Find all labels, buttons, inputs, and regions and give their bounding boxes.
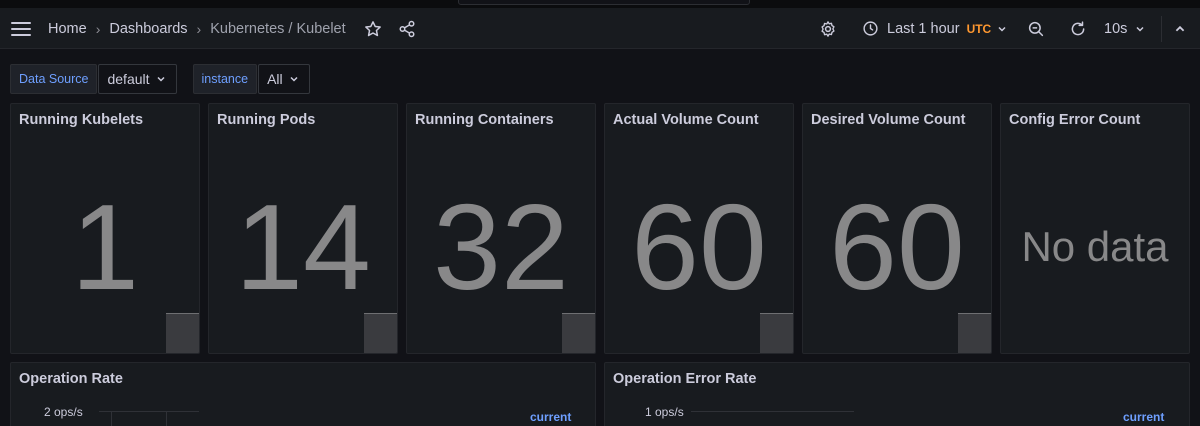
variable-value: All xyxy=(267,71,283,87)
graph-panel-operation-error-rate[interactable]: Operation Error Rate 1 ops/s current xyxy=(604,362,1190,426)
breadcrumb-separator: › xyxy=(196,20,202,37)
gear-icon[interactable] xyxy=(815,16,841,42)
navbar-divider xyxy=(1161,16,1162,42)
time-range-picker[interactable]: Last 1 hour UTC xyxy=(862,8,1007,49)
panel-title: Operation Error Rate xyxy=(613,371,757,387)
stat-value: 60 xyxy=(829,178,965,315)
sparkline xyxy=(958,313,991,353)
variable-value: default xyxy=(107,71,150,87)
star-icon[interactable] xyxy=(360,16,386,42)
breadcrumb-dashboard-title: Kubernetes / Kubelet xyxy=(210,20,346,37)
breadcrumb-separator: › xyxy=(95,20,101,37)
panel-title: Config Error Count xyxy=(1009,112,1141,128)
zoom-out-button[interactable] xyxy=(1023,8,1049,49)
zoom-out-icon[interactable] xyxy=(1023,16,1049,42)
refresh-button[interactable] xyxy=(1065,8,1091,49)
legend-header-current[interactable]: current xyxy=(1123,410,1164,424)
time-gridline xyxy=(166,411,167,426)
y-axis-tick: 2 ops/s xyxy=(44,405,83,419)
hamburger-menu-icon[interactable] xyxy=(10,18,32,40)
graph-panel-operation-rate[interactable]: Operation Rate 2 ops/s current xyxy=(10,362,596,426)
collapse-navbar-button[interactable] xyxy=(1167,8,1193,49)
stat-panel-desired-volume-count[interactable]: Desired Volume Count 60 xyxy=(802,103,992,354)
breadcrumb-home[interactable]: Home xyxy=(48,21,87,37)
time-gridline xyxy=(111,411,112,426)
legend-header-current[interactable]: current xyxy=(530,410,571,424)
chevron-down-icon xyxy=(998,26,1006,32)
dashboard-settings-button[interactable] xyxy=(815,8,841,49)
no-data-text: No data xyxy=(1021,222,1169,270)
gridline xyxy=(99,411,199,412)
panel-title: Running Pods xyxy=(217,112,316,128)
stat-panel-actual-volume-count[interactable]: Actual Volume Count 60 xyxy=(604,103,794,354)
breadcrumb-dashboards[interactable]: Dashboards xyxy=(109,21,187,37)
nav-left: Home › Dashboards › Kubernetes / Kubelet xyxy=(10,8,420,49)
refresh-interval-picker[interactable]: 10s xyxy=(1104,8,1145,49)
timezone-badge: UTC xyxy=(966,21,992,36)
variable-label-instance: instance xyxy=(192,64,258,94)
stat-panel-running-containers[interactable]: Running Containers 32 xyxy=(406,103,596,354)
stat-value: 32 xyxy=(433,178,569,315)
search-bar[interactable] xyxy=(458,0,750,5)
panel-title: Desired Volume Count xyxy=(811,112,966,128)
variables-bar: Data Source default instance All xyxy=(10,64,310,94)
stat-panel-running-kubelets[interactable]: Running Kubelets 1 xyxy=(10,103,200,354)
panel-title: Operation Rate xyxy=(19,371,123,387)
variable-select-instance[interactable]: All xyxy=(258,64,310,94)
stat-value: 60 xyxy=(631,178,767,315)
variable-select-datasource[interactable]: default xyxy=(98,64,177,94)
variable-label-datasource: Data Source xyxy=(10,64,98,94)
chevron-down-icon xyxy=(1136,26,1144,32)
sparkline xyxy=(364,313,397,353)
gridline xyxy=(691,411,854,412)
top-strip xyxy=(0,0,1200,8)
chevron-down-icon xyxy=(157,76,165,82)
navbar: Home › Dashboards › Kubernetes / Kubelet… xyxy=(0,8,1200,49)
time-range-label: Last 1 hour xyxy=(887,20,960,37)
panel-title: Running Containers xyxy=(415,112,554,128)
sparkline xyxy=(760,313,793,353)
stat-value: 1 xyxy=(71,178,139,315)
stat-panel-running-pods[interactable]: Running Pods 14 xyxy=(208,103,398,354)
sparkline xyxy=(562,313,595,353)
stat-value: 14 xyxy=(235,178,371,315)
y-axis-tick: 1 ops/s xyxy=(645,405,684,419)
panel-title: Actual Volume Count xyxy=(613,112,759,128)
clock-icon xyxy=(863,21,878,36)
panel-title: Running Kubelets xyxy=(19,112,144,128)
chevron-down-icon xyxy=(290,76,298,82)
refresh-icon[interactable] xyxy=(1065,16,1091,42)
chevron-up-icon[interactable] xyxy=(1167,16,1193,42)
stat-panel-config-error-count[interactable]: Config Error Count No data xyxy=(1000,103,1190,354)
share-icon[interactable] xyxy=(394,16,420,42)
refresh-interval-label: 10s xyxy=(1104,20,1128,37)
sparkline xyxy=(166,313,199,353)
